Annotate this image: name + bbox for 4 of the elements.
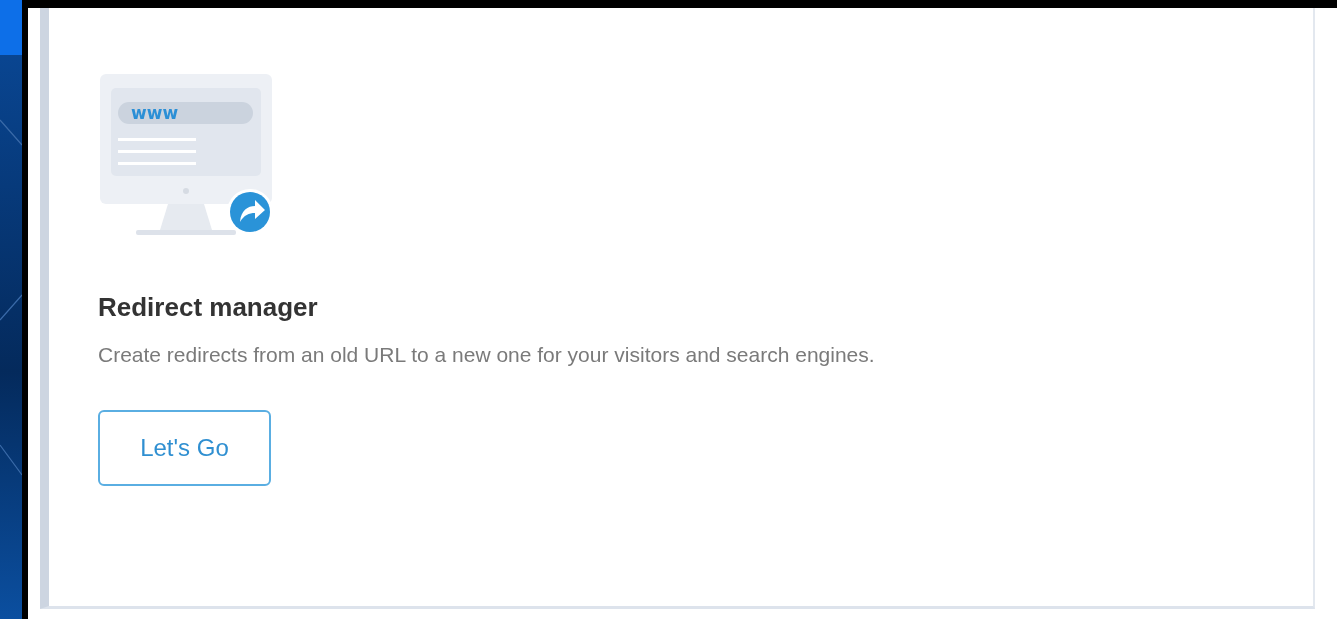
card-description: Create redirects from an old URL to a new one for your visitors and search engines.: [98, 343, 875, 367]
www-label: www: [131, 103, 179, 123]
card-title: Redirect manager: [98, 292, 318, 323]
lets-go-button[interactable]: Let's Go: [98, 410, 271, 486]
